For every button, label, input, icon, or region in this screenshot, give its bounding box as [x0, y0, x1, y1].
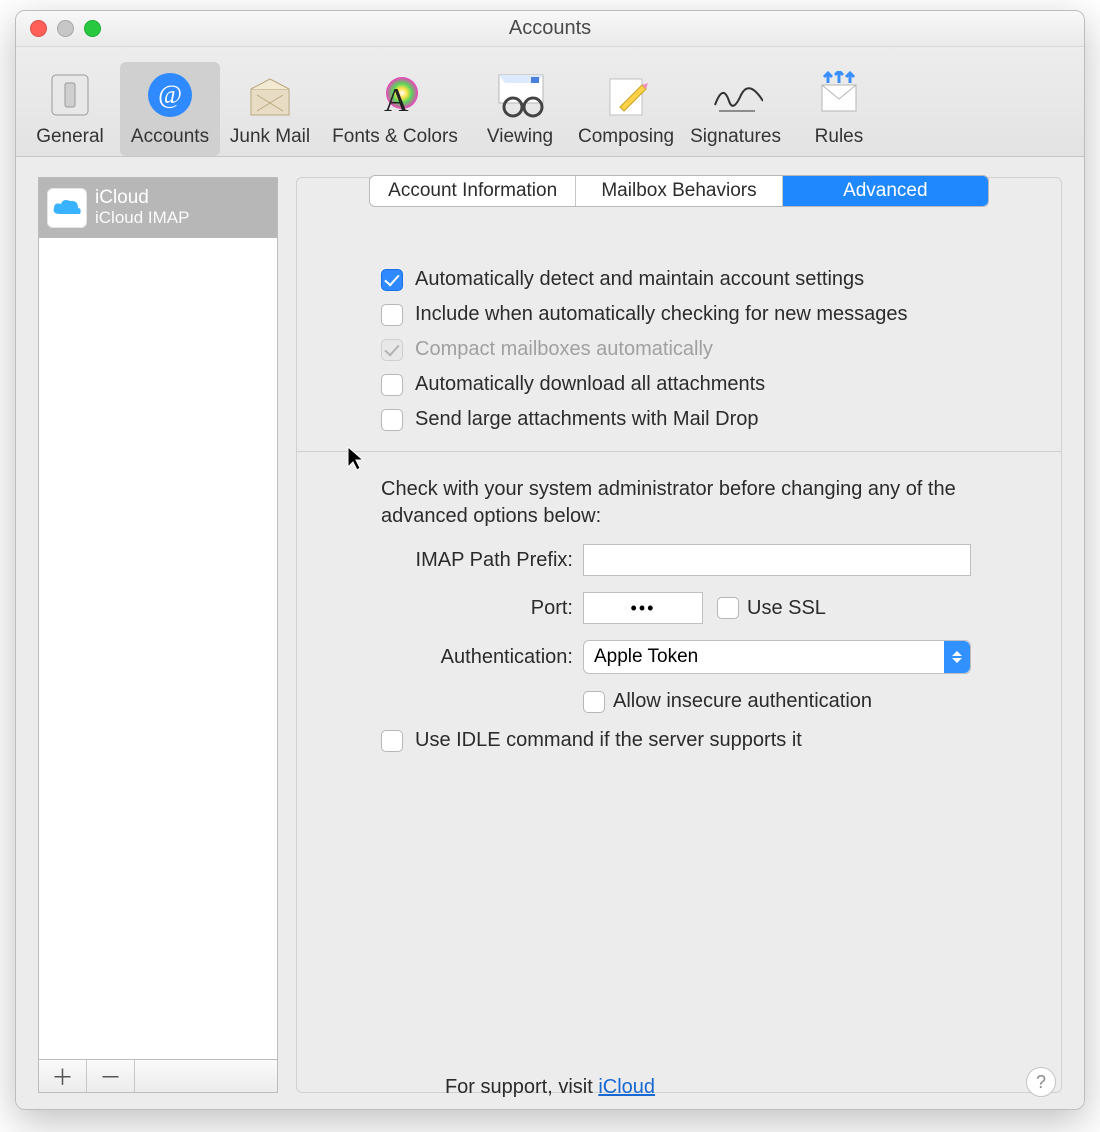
- preferences-window: Accounts General @ Accounts Junk Mail A …: [15, 10, 1085, 1110]
- row-auth: Authentication: Apple Token: [381, 640, 1035, 674]
- close-window-button[interactable]: [30, 20, 47, 37]
- toolbar-composing[interactable]: Composing: [570, 62, 682, 156]
- toolbar-signatures[interactable]: Signatures: [682, 62, 789, 156]
- tab-account-info[interactable]: Account Information: [370, 176, 576, 206]
- checkbox-include-auto[interactable]: [381, 304, 403, 326]
- toolbar-label: Signatures: [690, 126, 781, 148]
- check-download-attach: Automatically download all attachments: [381, 373, 1035, 396]
- check-compact: Compact mailboxes automatically: [381, 338, 1035, 361]
- select-auth-value: Apple Token: [594, 646, 698, 668]
- check-label: Automatically download all attachments: [415, 373, 765, 396]
- check-label: Include when automatically checking for …: [415, 303, 907, 326]
- account-list[interactable]: iCloud iCloud IMAP: [38, 177, 278, 1059]
- svg-text:A: A: [384, 82, 409, 119]
- signatures-icon: [709, 68, 763, 122]
- toolbar-label: Accounts: [131, 126, 209, 148]
- support-link[interactable]: iCloud: [598, 1076, 655, 1098]
- input-imap-prefix[interactable]: [583, 544, 971, 576]
- toolbar-general[interactable]: General: [20, 62, 120, 156]
- row-allow-insecure: Allow insecure authentication: [381, 690, 1035, 713]
- svg-text:@: @: [158, 80, 182, 109]
- check-include-auto: Include when automatically checking for …: [381, 303, 1035, 326]
- toolbar-label: Composing: [578, 126, 674, 148]
- toolbar-viewing[interactable]: Viewing: [470, 62, 570, 156]
- checkbox-use-idle[interactable]: [381, 730, 403, 752]
- row-allow-insecure-inner: Allow insecure authentication: [583, 690, 872, 713]
- toolbar-label: General: [36, 126, 104, 148]
- select-auth[interactable]: Apple Token: [583, 640, 971, 674]
- titlebar: Accounts: [16, 11, 1084, 47]
- label-auth: Authentication:: [381, 646, 583, 669]
- checkbox-mail-drop[interactable]: [381, 409, 403, 431]
- divider: [297, 451, 1061, 452]
- detail-tabs: Account Information Mailbox Behaviors Ad…: [369, 175, 989, 207]
- accounts-icon: @: [143, 68, 197, 122]
- preferences-toolbar: General @ Accounts Junk Mail A Fonts & C…: [16, 47, 1084, 157]
- check-label: Compact mailboxes automatically: [415, 338, 713, 361]
- tab-mailbox-behaviors[interactable]: Mailbox Behaviors: [576, 176, 782, 206]
- footer-text: For support, visit: [445, 1076, 598, 1098]
- check-label: Automatically detect and maintain accoun…: [415, 268, 864, 291]
- checkbox-auto-detect[interactable]: [381, 269, 403, 291]
- minimize-window-button[interactable]: [57, 20, 74, 37]
- icloud-icon: [47, 188, 87, 228]
- toolbar-rules[interactable]: Rules: [789, 62, 889, 156]
- general-icon: [43, 68, 97, 122]
- account-detail-panel: Account Information Mailbox Behaviors Ad…: [296, 177, 1062, 1093]
- row-imap-prefix: IMAP Path Prefix:: [381, 544, 1035, 576]
- advanced-checkboxes: Automatically detect and maintain accoun…: [381, 268, 1035, 431]
- window-title: Accounts: [509, 17, 591, 40]
- check-mail-drop: Send large attachments with Mail Drop: [381, 408, 1035, 431]
- account-name: iCloud: [95, 188, 189, 209]
- row-port: Port: Use SSL: [381, 592, 1035, 624]
- check-label: Send large attachments with Mail Drop: [415, 408, 759, 431]
- composing-icon: [599, 68, 653, 122]
- accounts-sidebar: iCloud iCloud IMAP ＋ －: [38, 177, 278, 1093]
- input-port[interactable]: [583, 592, 703, 624]
- window-controls: [30, 20, 101, 37]
- check-auto-detect: Automatically detect and maintain accoun…: [381, 268, 1035, 291]
- content-area: iCloud iCloud IMAP ＋ － Account Informati…: [16, 157, 1084, 1109]
- label-use-ssl: Use SSL: [747, 597, 826, 620]
- footer: For support, visit iCloud: [16, 1076, 1084, 1099]
- select-handle-icon: [944, 641, 970, 673]
- account-sub: iCloud IMAP: [95, 208, 189, 228]
- toolbar-label: Rules: [815, 126, 864, 148]
- toolbar-accounts[interactable]: @ Accounts: [120, 62, 220, 156]
- toolbar-label: Junk Mail: [230, 126, 310, 148]
- label-use-idle: Use IDLE command if the server supports …: [415, 729, 802, 752]
- fonts-icon: A: [368, 68, 422, 122]
- toolbar-label: Fonts & Colors: [332, 126, 458, 148]
- advanced-note: Check with your system administrator bef…: [381, 476, 981, 530]
- toolbar-label: Viewing: [487, 126, 553, 148]
- checkbox-download-attach[interactable]: [381, 374, 403, 396]
- checkbox-allow-insecure[interactable]: [583, 691, 605, 713]
- row-use-ssl: Use SSL: [717, 597, 826, 620]
- account-row-icloud[interactable]: iCloud iCloud IMAP: [39, 178, 277, 238]
- label-port: Port:: [381, 597, 583, 620]
- row-use-idle: Use IDLE command if the server supports …: [381, 729, 1035, 752]
- rules-icon: [812, 68, 866, 122]
- advanced-form: IMAP Path Prefix: Port: Use SSL Authenti…: [381, 544, 1035, 713]
- junk-icon: [243, 68, 297, 122]
- toolbar-fonts[interactable]: A Fonts & Colors: [320, 62, 470, 156]
- label-imap-prefix: IMAP Path Prefix:: [381, 549, 583, 572]
- checkbox-use-ssl[interactable]: [717, 597, 739, 619]
- zoom-window-button[interactable]: [84, 20, 101, 37]
- label-allow-insecure: Allow insecure authentication: [613, 690, 872, 713]
- checkbox-compact: [381, 339, 403, 361]
- toolbar-junk[interactable]: Junk Mail: [220, 62, 320, 156]
- viewing-icon: [493, 68, 547, 122]
- tab-advanced[interactable]: Advanced: [783, 176, 988, 206]
- help-button[interactable]: ?: [1026, 1067, 1056, 1097]
